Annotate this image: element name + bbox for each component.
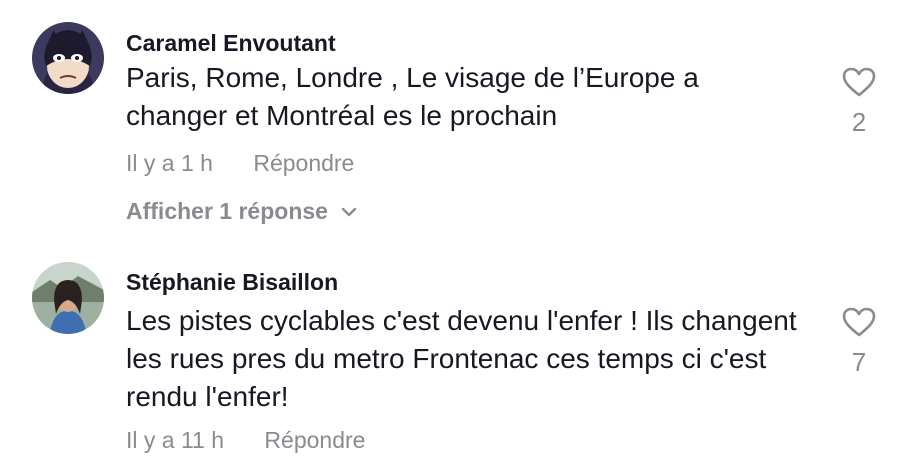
like-button[interactable]: 2 <box>838 66 880 138</box>
masked-cartoon-avatar-image <box>32 22 104 94</box>
reply-button[interactable]: Répondre <box>253 150 354 176</box>
photo-avatar-image <box>32 262 104 334</box>
comment-timestamp: Il y a 1 h <box>126 150 213 176</box>
reply-button[interactable]: Répondre <box>264 427 365 453</box>
chevron-down-icon <box>341 207 357 216</box>
avatar[interactable] <box>32 22 104 94</box>
view-replies-label: Afficher 1 réponse <box>126 198 328 224</box>
comment-timestamp: Il y a 11 h <box>126 427 225 453</box>
comment-username[interactable]: Stéphanie Bisaillon <box>126 269 338 296</box>
comment-item: Stéphanie Bisaillon Les pistes cyclables… <box>0 250 908 464</box>
like-button[interactable]: 7 <box>838 306 880 378</box>
comment-username[interactable]: Caramel Envoutant <box>126 30 336 57</box>
comment-item: Caramel Envoutant Paris, Rome, Londre , … <box>0 0 908 240</box>
like-count: 7 <box>851 347 867 377</box>
like-count: 2 <box>851 107 867 137</box>
comment-text: Les pistes cyclables c'est devenu l'enfe… <box>126 305 797 412</box>
heart-outline-icon <box>842 67 876 97</box>
heart-outline-icon <box>842 307 876 337</box>
comment-meta: Il y a 1 h Répondre <box>126 150 354 177</box>
comment-meta: Il y a 11 h Répondre <box>126 427 365 454</box>
avatar[interactable] <box>32 262 104 334</box>
view-replies-button[interactable]: Afficher 1 réponse <box>126 198 358 225</box>
comment-text: Paris, Rome, Londre , Le visage de l’Eur… <box>126 62 699 131</box>
